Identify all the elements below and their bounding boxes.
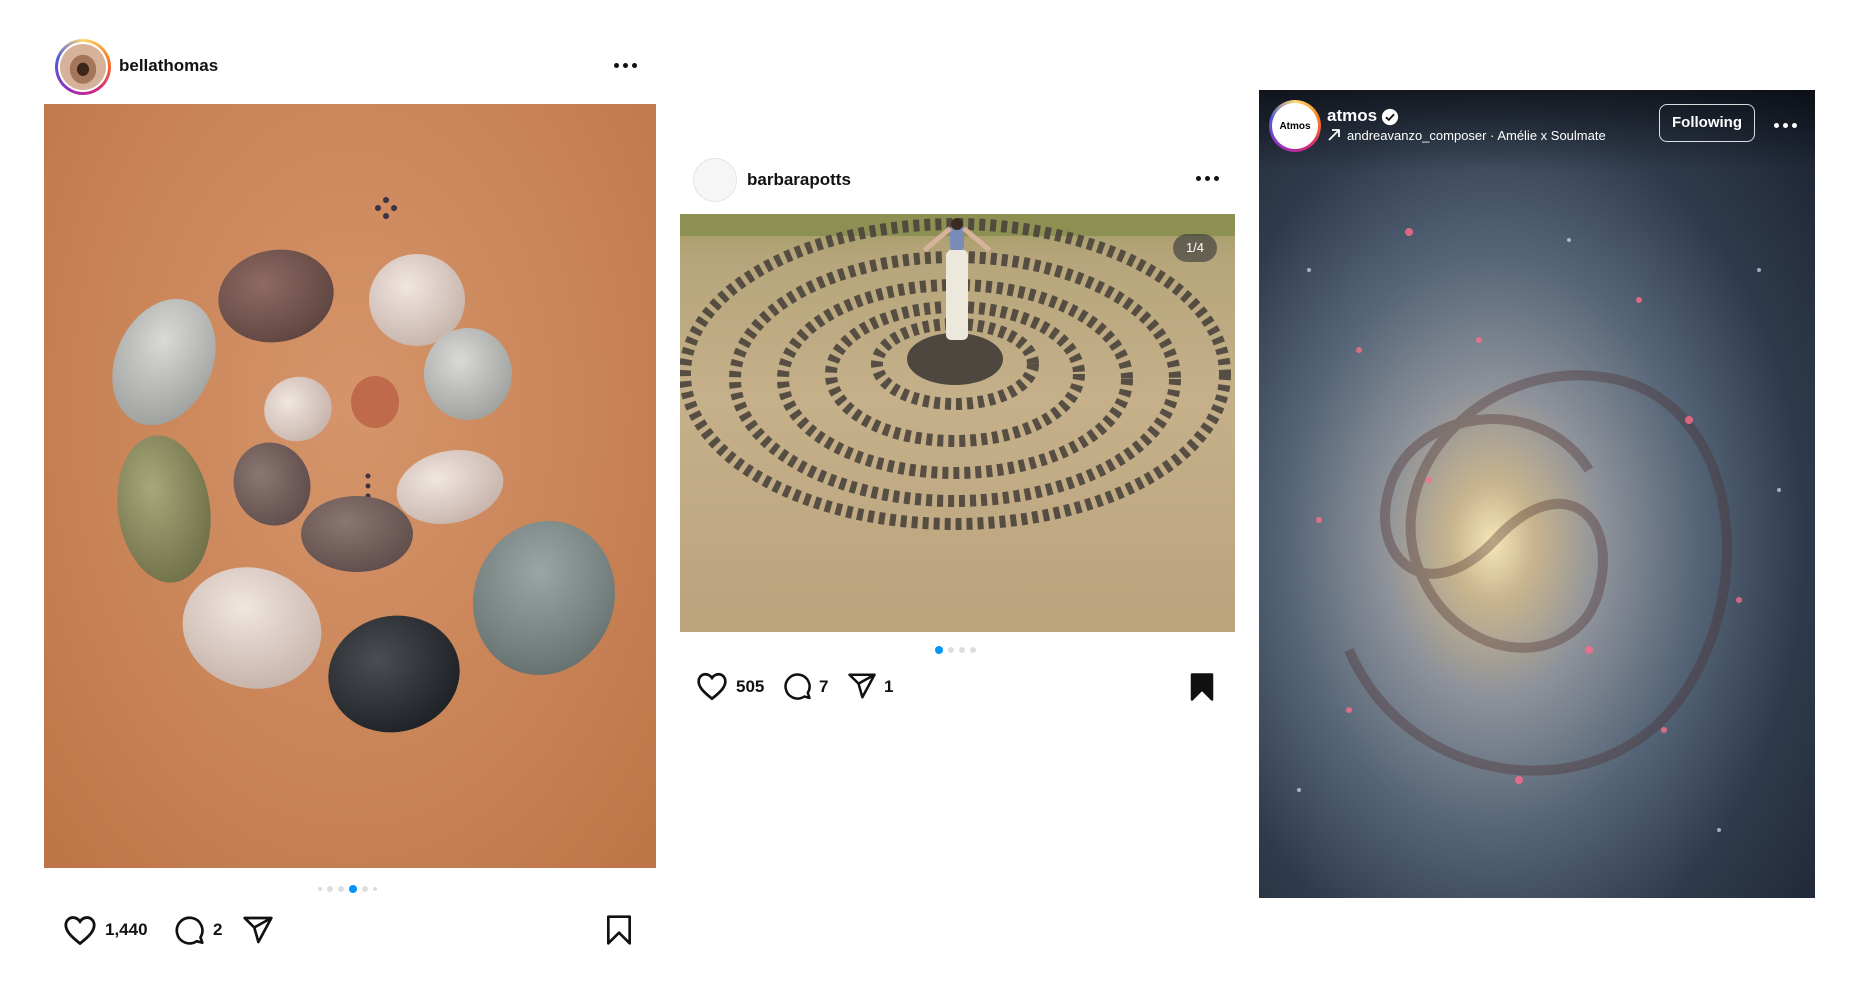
carousel-dot bbox=[959, 647, 965, 653]
avatar-logo-text: Atmos bbox=[1279, 120, 1311, 132]
like-count[interactable]: 505 bbox=[736, 677, 764, 697]
carousel-dot-active bbox=[349, 885, 357, 893]
carousel-dot bbox=[327, 886, 333, 892]
comment-count[interactable]: 2 bbox=[213, 920, 222, 940]
heart-icon[interactable] bbox=[696, 671, 728, 701]
like-count[interactable]: 1,440 bbox=[105, 920, 148, 940]
more-options-button[interactable] bbox=[1196, 176, 1219, 181]
stones-illustration bbox=[112, 197, 615, 733]
share-icon[interactable] bbox=[241, 914, 275, 946]
more-icon bbox=[1196, 176, 1201, 181]
reel-post-atmos[interactable]: Atmos atmos andreavanzo_composer · Améli… bbox=[1259, 90, 1815, 898]
verified-icon bbox=[1381, 108, 1399, 126]
avatar[interactable] bbox=[55, 39, 111, 95]
post-image[interactable]: 1/4 bbox=[680, 214, 1235, 632]
bookmark-icon[interactable] bbox=[605, 914, 633, 946]
username[interactable]: barbarapotts bbox=[747, 170, 851, 190]
comment-icon[interactable] bbox=[782, 671, 812, 701]
carousel-indicator bbox=[318, 885, 377, 893]
arrow-icon bbox=[1328, 129, 1340, 141]
carousel-dot-active bbox=[935, 646, 943, 654]
username[interactable]: bellathomas bbox=[119, 56, 218, 76]
share-icon[interactable] bbox=[846, 671, 878, 701]
username[interactable]: atmos bbox=[1327, 106, 1377, 126]
slide-counter-badge: 1/4 bbox=[1173, 234, 1217, 262]
avatar[interactable]: Atmos bbox=[1269, 100, 1321, 152]
carousel-dot bbox=[948, 647, 954, 653]
comment-icon[interactable] bbox=[173, 914, 205, 946]
labyrinth-illustration bbox=[680, 214, 1235, 530]
carousel-dot bbox=[318, 887, 322, 891]
share-count[interactable]: 1 bbox=[884, 677, 893, 697]
comment-count[interactable]: 7 bbox=[819, 677, 828, 697]
carousel-dot bbox=[338, 886, 344, 892]
post-image[interactable] bbox=[44, 104, 656, 868]
bookmark-icon[interactable] bbox=[1189, 672, 1215, 702]
more-icon bbox=[1774, 123, 1779, 128]
heart-icon[interactable] bbox=[63, 914, 97, 946]
audio-attribution[interactable]: andreavanzo_composer · Amélie x Soulmate bbox=[1347, 128, 1606, 143]
carousel-indicator bbox=[935, 646, 976, 654]
more-icon bbox=[614, 63, 619, 68]
carousel-dot bbox=[373, 887, 377, 891]
carousel-dot bbox=[970, 647, 976, 653]
galaxy-illustration bbox=[1297, 228, 1781, 832]
more-options-button[interactable] bbox=[614, 63, 637, 68]
following-button[interactable]: Following bbox=[1659, 104, 1755, 142]
more-options-button[interactable] bbox=[1774, 123, 1797, 128]
carousel-dot bbox=[362, 886, 368, 892]
avatar[interactable] bbox=[693, 158, 737, 202]
